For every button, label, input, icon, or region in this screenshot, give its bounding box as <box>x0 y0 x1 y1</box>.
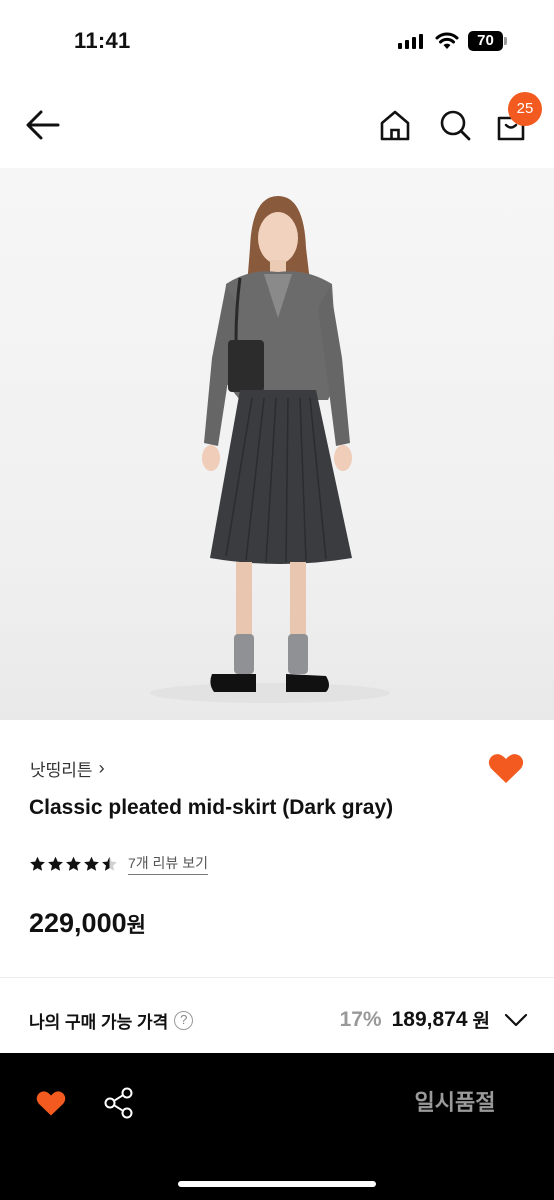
brand-name: 낫띵리튼 <box>30 761 93 780</box>
wishlist-heart-icon[interactable] <box>488 752 524 784</box>
divider <box>0 977 554 978</box>
star-icon <box>84 856 99 871</box>
heart-icon[interactable] <box>36 1089 66 1117</box>
status-bar: 11:41 70 <box>0 0 554 80</box>
top-nav-bar <box>0 88 554 164</box>
my-price-toggle[interactable]: 17% 189,874 원 <box>340 1006 528 1033</box>
search-icon[interactable] <box>438 108 472 142</box>
wifi-icon <box>435 32 459 49</box>
chevron-down-icon[interactable] <box>504 1013 528 1027</box>
my-price-label-text: 나의 구매 가능 가격 <box>29 1013 169 1032</box>
discount-rate: 17% <box>339 1007 382 1031</box>
product-photo-illustration <box>0 168 554 720</box>
home-indicator[interactable] <box>178 1181 376 1187</box>
soldout-button[interactable]: 일시품절 <box>380 1077 530 1129</box>
product-image[interactable] <box>0 168 554 720</box>
cart-count-badge[interactable]: 25 <box>508 92 542 126</box>
star-icon <box>48 856 63 871</box>
battery-level: 70 <box>468 31 503 51</box>
star-rating <box>29 856 118 872</box>
brand-link[interactable]: 낫띵리튼 › <box>30 756 105 781</box>
status-time: 11:41 <box>74 28 131 53</box>
product-title: Classic pleated mid-skirt (Dark gray) <box>29 796 394 819</box>
signal-icon <box>398 33 423 49</box>
home-icon[interactable] <box>378 108 412 142</box>
my-price-label: 나의 구매 가능 가격 ? <box>29 1008 194 1033</box>
star-icon <box>30 856 45 871</box>
bottom-action-bar: 일시품절 <box>0 1053 554 1200</box>
product-price: 229,000원 <box>29 908 146 939</box>
battery-icon: 70 <box>468 31 508 51</box>
price-unit: 원 <box>126 914 146 937</box>
price-value: 229,000 <box>29 908 127 938</box>
back-arrow-icon[interactable] <box>24 108 62 142</box>
share-icon[interactable] <box>104 1087 134 1119</box>
sale-price-unit: 원 <box>472 1011 490 1032</box>
help-icon[interactable]: ? <box>174 1011 194 1030</box>
sale-price: 189,874 <box>391 1007 468 1031</box>
star-icon <box>102 856 117 871</box>
rating-row: 7개 리뷰 보기 <box>29 853 208 875</box>
review-link[interactable]: 7개 리뷰 보기 <box>128 853 208 875</box>
star-icon <box>66 856 81 871</box>
chevron-right-icon: › <box>98 758 105 778</box>
